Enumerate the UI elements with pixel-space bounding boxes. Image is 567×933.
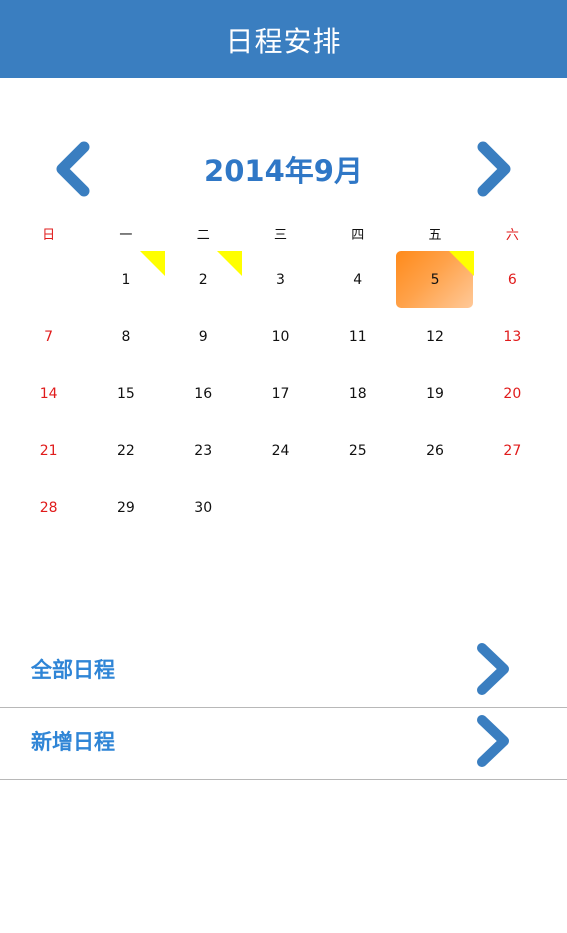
event-marker [216, 251, 242, 276]
calendar-day-5[interactable]: 5 [396, 251, 474, 308]
chevron-right-icon [477, 715, 509, 767]
day-number: 19 [426, 385, 444, 402]
calendar-day-23[interactable]: 23 [165, 422, 242, 479]
day-number: 1 [121, 271, 131, 288]
day-number: 18 [348, 385, 367, 402]
event-marker [139, 251, 165, 276]
calendar-empty-cell [396, 479, 473, 536]
day-number: 8 [121, 328, 131, 345]
calendar-day-16[interactable]: 16 [165, 365, 242, 422]
weekday-label: 二 [196, 228, 210, 243]
calendar-week-row: 28 29 30 [10, 479, 551, 536]
calendar-day-3[interactable]: 3 [242, 251, 319, 308]
calendar-week-row: 14 15 16 17 18 19 20 [10, 365, 551, 422]
menu-item-label: 全部日程 [31, 658, 115, 682]
day-number: 9 [198, 328, 208, 345]
day-number: 4 [353, 271, 363, 288]
calendar-day-10[interactable]: 10 [242, 308, 319, 365]
day-number: 20 [503, 385, 522, 402]
calendar-empty-cell [242, 479, 319, 536]
day-number: 25 [348, 442, 367, 459]
calendar-day-30[interactable]: 30 [165, 479, 242, 536]
day-number: 12 [426, 328, 444, 345]
day-number: 27 [503, 442, 522, 459]
calendar-day-22[interactable]: 22 [87, 422, 164, 479]
calendar-empty-cell [319, 479, 396, 536]
calendar-day-11[interactable]: 11 [319, 308, 396, 365]
event-marker [448, 251, 474, 276]
day-number: 17 [271, 385, 290, 402]
day-number: 30 [194, 499, 213, 516]
day-number: 15 [117, 385, 135, 402]
day-number: 29 [117, 499, 135, 516]
calendar-day-29[interactable]: 29 [87, 479, 164, 536]
calendar-day-13[interactable]: 13 [474, 308, 551, 365]
calendar-day-26[interactable]: 26 [396, 422, 473, 479]
day-number: 2 [198, 271, 208, 288]
weekday-label: 六 [505, 228, 519, 243]
calendar-week-row: 21 22 23 24 25 26 27 [10, 422, 551, 479]
day-number: 10 [271, 328, 290, 345]
calendar-grid: 日 一 二 三 四 五 六 1 2 3 4 5 6 7 8 9 10 11 12 13 14 15 16 17 1… [10, 222, 551, 536]
month-navigation: 2014年9月 [0, 138, 567, 200]
day-number: 14 [39, 385, 58, 402]
calendar-day-7[interactable]: 7 [10, 308, 87, 365]
calendar-day-21[interactable]: 21 [10, 422, 87, 479]
day-number: 11 [348, 328, 367, 345]
calendar-day-19[interactable]: 19 [396, 365, 473, 422]
day-number: 5 [430, 271, 440, 288]
day-number: 16 [194, 385, 213, 402]
chevron-right-icon [477, 643, 509, 695]
day-number: 23 [194, 442, 213, 459]
weekday-label: 三 [273, 228, 287, 243]
calendar-weeks: 1 2 3 4 5 6 7 8 9 10 11 12 13 14 15 16 17 18 19 20 21 22 23 24 2… [10, 251, 551, 536]
calendar-day-2[interactable]: 2 [165, 251, 242, 308]
calendar-day-8[interactable]: 8 [87, 308, 164, 365]
day-number: 3 [276, 271, 285, 288]
calendar-day-15[interactable]: 15 [87, 365, 164, 422]
calendar-day-18[interactable]: 18 [319, 365, 396, 422]
calendar-day-12[interactable]: 12 [396, 308, 473, 365]
calendar-day-27[interactable]: 27 [474, 422, 551, 479]
day-number: 21 [39, 442, 58, 459]
add-schedule-item[interactable]: 新增日程 [0, 708, 567, 780]
weekday-label: 日 [42, 228, 56, 243]
calendar-week-row: 1 2 3 4 5 6 [10, 251, 551, 308]
day-number: 7 [44, 328, 54, 345]
menu-item-label: 新增日程 [31, 730, 115, 754]
weekday-label: 一 [119, 228, 133, 243]
day-number: 24 [271, 442, 290, 459]
calendar-day-24[interactable]: 24 [242, 422, 319, 479]
chevron-right-icon [477, 141, 511, 197]
day-number: 13 [503, 328, 522, 345]
calendar-day-1[interactable]: 1 [87, 251, 165, 308]
schedule-menu: 全部日程 新增日程 [0, 636, 567, 780]
weekday-header: 日 一 二 三 四 五 六 [10, 222, 551, 250]
calendar-day-17[interactable]: 17 [242, 365, 319, 422]
calendar-day-9[interactable]: 9 [165, 308, 242, 365]
weekday-label: 五 [428, 228, 442, 243]
app-header: 日程安排 [0, 0, 567, 78]
weekday-label: 四 [351, 228, 365, 243]
calendar-empty-cell [474, 479, 551, 536]
calendar-day-28[interactable]: 28 [10, 479, 87, 536]
all-schedules-item[interactable]: 全部日程 [0, 636, 567, 708]
calendar-day-25[interactable]: 25 [319, 422, 396, 479]
calendar-day-4[interactable]: 4 [319, 251, 396, 308]
day-number: 22 [117, 442, 135, 459]
next-month-button[interactable] [463, 138, 523, 200]
day-number: 28 [39, 499, 58, 516]
day-number: 26 [426, 442, 444, 459]
calendar-day-14[interactable]: 14 [10, 365, 87, 422]
calendar-week-row: 7 8 9 10 11 12 13 [10, 308, 551, 365]
day-number: 6 [507, 271, 517, 288]
calendar-empty-cell [10, 251, 87, 308]
page-title: 日程安排 [225, 25, 342, 58]
calendar-day-20[interactable]: 20 [474, 365, 551, 422]
calendar-day-6[interactable]: 6 [474, 251, 551, 308]
